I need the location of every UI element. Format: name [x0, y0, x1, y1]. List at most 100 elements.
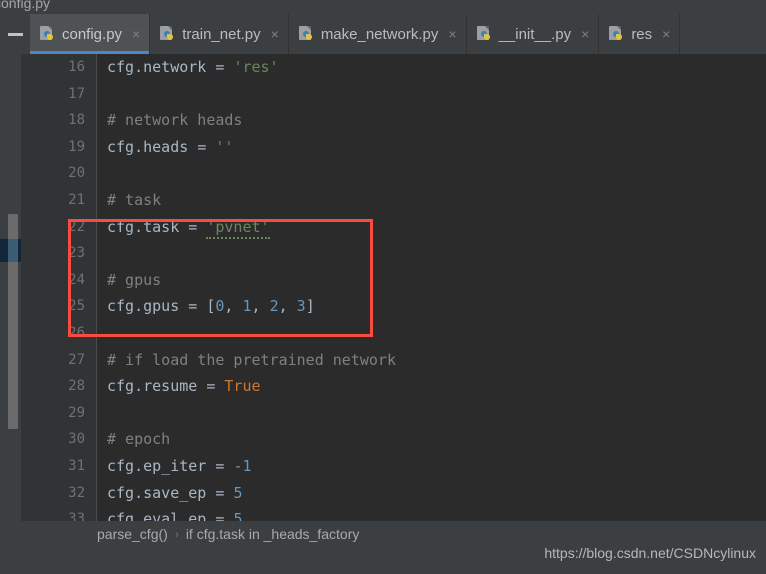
code-line[interactable] — [97, 320, 766, 347]
tab-res[interactable]: res × — [599, 14, 681, 54]
tab-make-network-py[interactable]: make_network.py × — [288, 14, 467, 54]
tab-close-icon[interactable]: × — [661, 27, 670, 41]
line-number: 22 — [68, 218, 85, 235]
dash-icon — [7, 32, 23, 36]
tab-init-py[interactable]: __init__.py × — [466, 14, 600, 54]
tab-close-icon[interactable]: × — [447, 27, 456, 41]
editor-tab-bar: config.py × train_net.py × make_network.py × _… — [0, 14, 766, 54]
code-token: cfg.save_ep — [107, 483, 216, 502]
line-number: 23 — [68, 245, 85, 262]
line-number: 31 — [68, 457, 85, 474]
code-token: cfg.ep_iter — [107, 456, 216, 475]
code-token: # network heads — [107, 111, 243, 130]
window-title: config.py — [0, 0, 51, 11]
breadcrumb-item[interactable]: parse_cfg() — [97, 526, 168, 542]
editor-left-strip — [0, 54, 21, 521]
code-line[interactable]: # epoch — [97, 426, 766, 453]
python-file-icon — [476, 26, 493, 42]
line-number: 29 — [68, 404, 85, 421]
code-line[interactable]: cfg.save_ep = 5 — [97, 480, 766, 507]
line-number-gutter: 16 17 18 19 20 21 22 23 24 25 26 27 28 29 30 31 32 33 — [21, 54, 97, 527]
code-token: = — [215, 58, 234, 76]
line-number: 18 — [68, 112, 85, 129]
code-token: = — [206, 377, 225, 396]
line-number: 16 — [68, 59, 85, 75]
code-token: = — [215, 510, 234, 521]
code-token: 3 — [296, 297, 306, 316]
line-number: 28 — [68, 378, 85, 395]
code-line[interactable] — [97, 160, 766, 187]
code-editor[interactable]: 16 17 18 19 20 21 22 23 24 25 26 27 28 29 30 31 32 33 cfg… — [0, 54, 766, 527]
line-number: 30 — [68, 431, 85, 448]
breadcrumb-item[interactable]: if cfg.task in _heads_factory — [186, 526, 360, 542]
line-number: 32 — [68, 484, 85, 501]
code-line[interactable]: cfg.network = 'res' — [97, 54, 766, 81]
python-file-icon — [298, 26, 315, 42]
code-token: 5 — [233, 510, 243, 521]
tab-train-net-py[interactable]: train_net.py × — [150, 14, 289, 54]
navigation-marker-thumb[interactable] — [8, 239, 18, 262]
code-token: , — [278, 297, 297, 316]
code-line[interactable] — [97, 400, 766, 427]
code-token: # epoch — [107, 430, 171, 449]
code-token: True — [224, 377, 261, 396]
line-number: 27 — [68, 351, 85, 368]
tab-list: config.py × train_net.py × make_network.py × _… — [30, 14, 766, 54]
tab-label: __init__.py — [498, 25, 572, 43]
tab-close-icon[interactable]: × — [580, 27, 589, 41]
tab-label: make_network.py — [320, 25, 439, 43]
code-token: cfg.resume — [107, 377, 207, 396]
python-file-icon — [609, 26, 625, 42]
code-line[interactable]: cfg.heads = '' — [97, 134, 766, 161]
tab-label: train_net.py — [182, 25, 261, 43]
line-number: 20 — [68, 165, 85, 182]
tab-label: res — [631, 25, 653, 43]
line-number: 21 — [68, 191, 85, 208]
code-token: '' — [215, 137, 234, 156]
code-line[interactable]: cfg.task = 'pvnet' — [97, 214, 766, 241]
tab-config-py[interactable]: config.py × — [30, 14, 151, 54]
line-number: 26 — [68, 324, 85, 341]
code-token: , — [224, 297, 243, 316]
collapse-button[interactable] — [0, 14, 30, 54]
code-token: ] — [305, 297, 315, 316]
python-file-icon — [160, 26, 176, 42]
code-line[interactable]: cfg.resume = True — [97, 373, 766, 400]
code-line[interactable] — [97, 81, 766, 108]
code-line[interactable]: cfg.ep_iter = -1 — [97, 453, 766, 480]
code-line[interactable]: # network heads — [97, 107, 766, 134]
window-title-strip: config.py — [0, 0, 766, 14]
code-token-typo: 'pvnet' — [206, 217, 270, 239]
code-token: cfg.heads — [107, 137, 198, 156]
code-token: 5 — [233, 483, 243, 502]
code-token: cfg.task — [107, 217, 189, 236]
code-line[interactable] — [97, 240, 766, 267]
line-number: 24 — [68, 271, 85, 288]
code-token: = — [188, 217, 207, 236]
code-token: = — [188, 297, 207, 316]
code-token: = — [215, 483, 234, 502]
code-content[interactable]: cfg.network = 'res' # network heads cfg.h… — [97, 54, 766, 521]
code-line[interactable]: cfg.gpus = [0, 1, 2, 3] — [97, 293, 766, 320]
code-token: # task — [107, 190, 162, 209]
breadcrumb-separator-icon: › — [174, 527, 179, 541]
code-line[interactable]: # task — [97, 187, 766, 214]
code-token: # if load the pretrained network — [107, 350, 396, 369]
ide-window: config.py config.py×train_net.py×make_ne… — [0, 0, 766, 574]
code-token: 'res' — [233, 58, 279, 76]
code-line[interactable]: cfg.eval_ep = 5 — [97, 506, 766, 521]
breadcrumb[interactable]: parse_cfg() › if cfg.task in _heads_factor… — [0, 521, 766, 547]
code-token: = — [215, 456, 234, 475]
watermark: https://blog.csdn.net/CSDNcylinux — [544, 545, 756, 561]
tab-label: config.py — [62, 25, 123, 43]
code-token: cfg.gpus — [107, 297, 189, 316]
code-line[interactable]: # if load the pretrained network — [97, 347, 766, 374]
code-token: 2 — [269, 297, 279, 316]
code-line[interactable]: # gpus — [97, 267, 766, 294]
code-token: -1 — [233, 456, 252, 475]
code-token: # gpus — [107, 270, 162, 289]
tab-close-icon[interactable]: × — [131, 27, 140, 41]
tab-close-icon[interactable]: × — [270, 27, 279, 41]
line-number: 19 — [68, 138, 85, 155]
line-number: 25 — [68, 298, 85, 315]
